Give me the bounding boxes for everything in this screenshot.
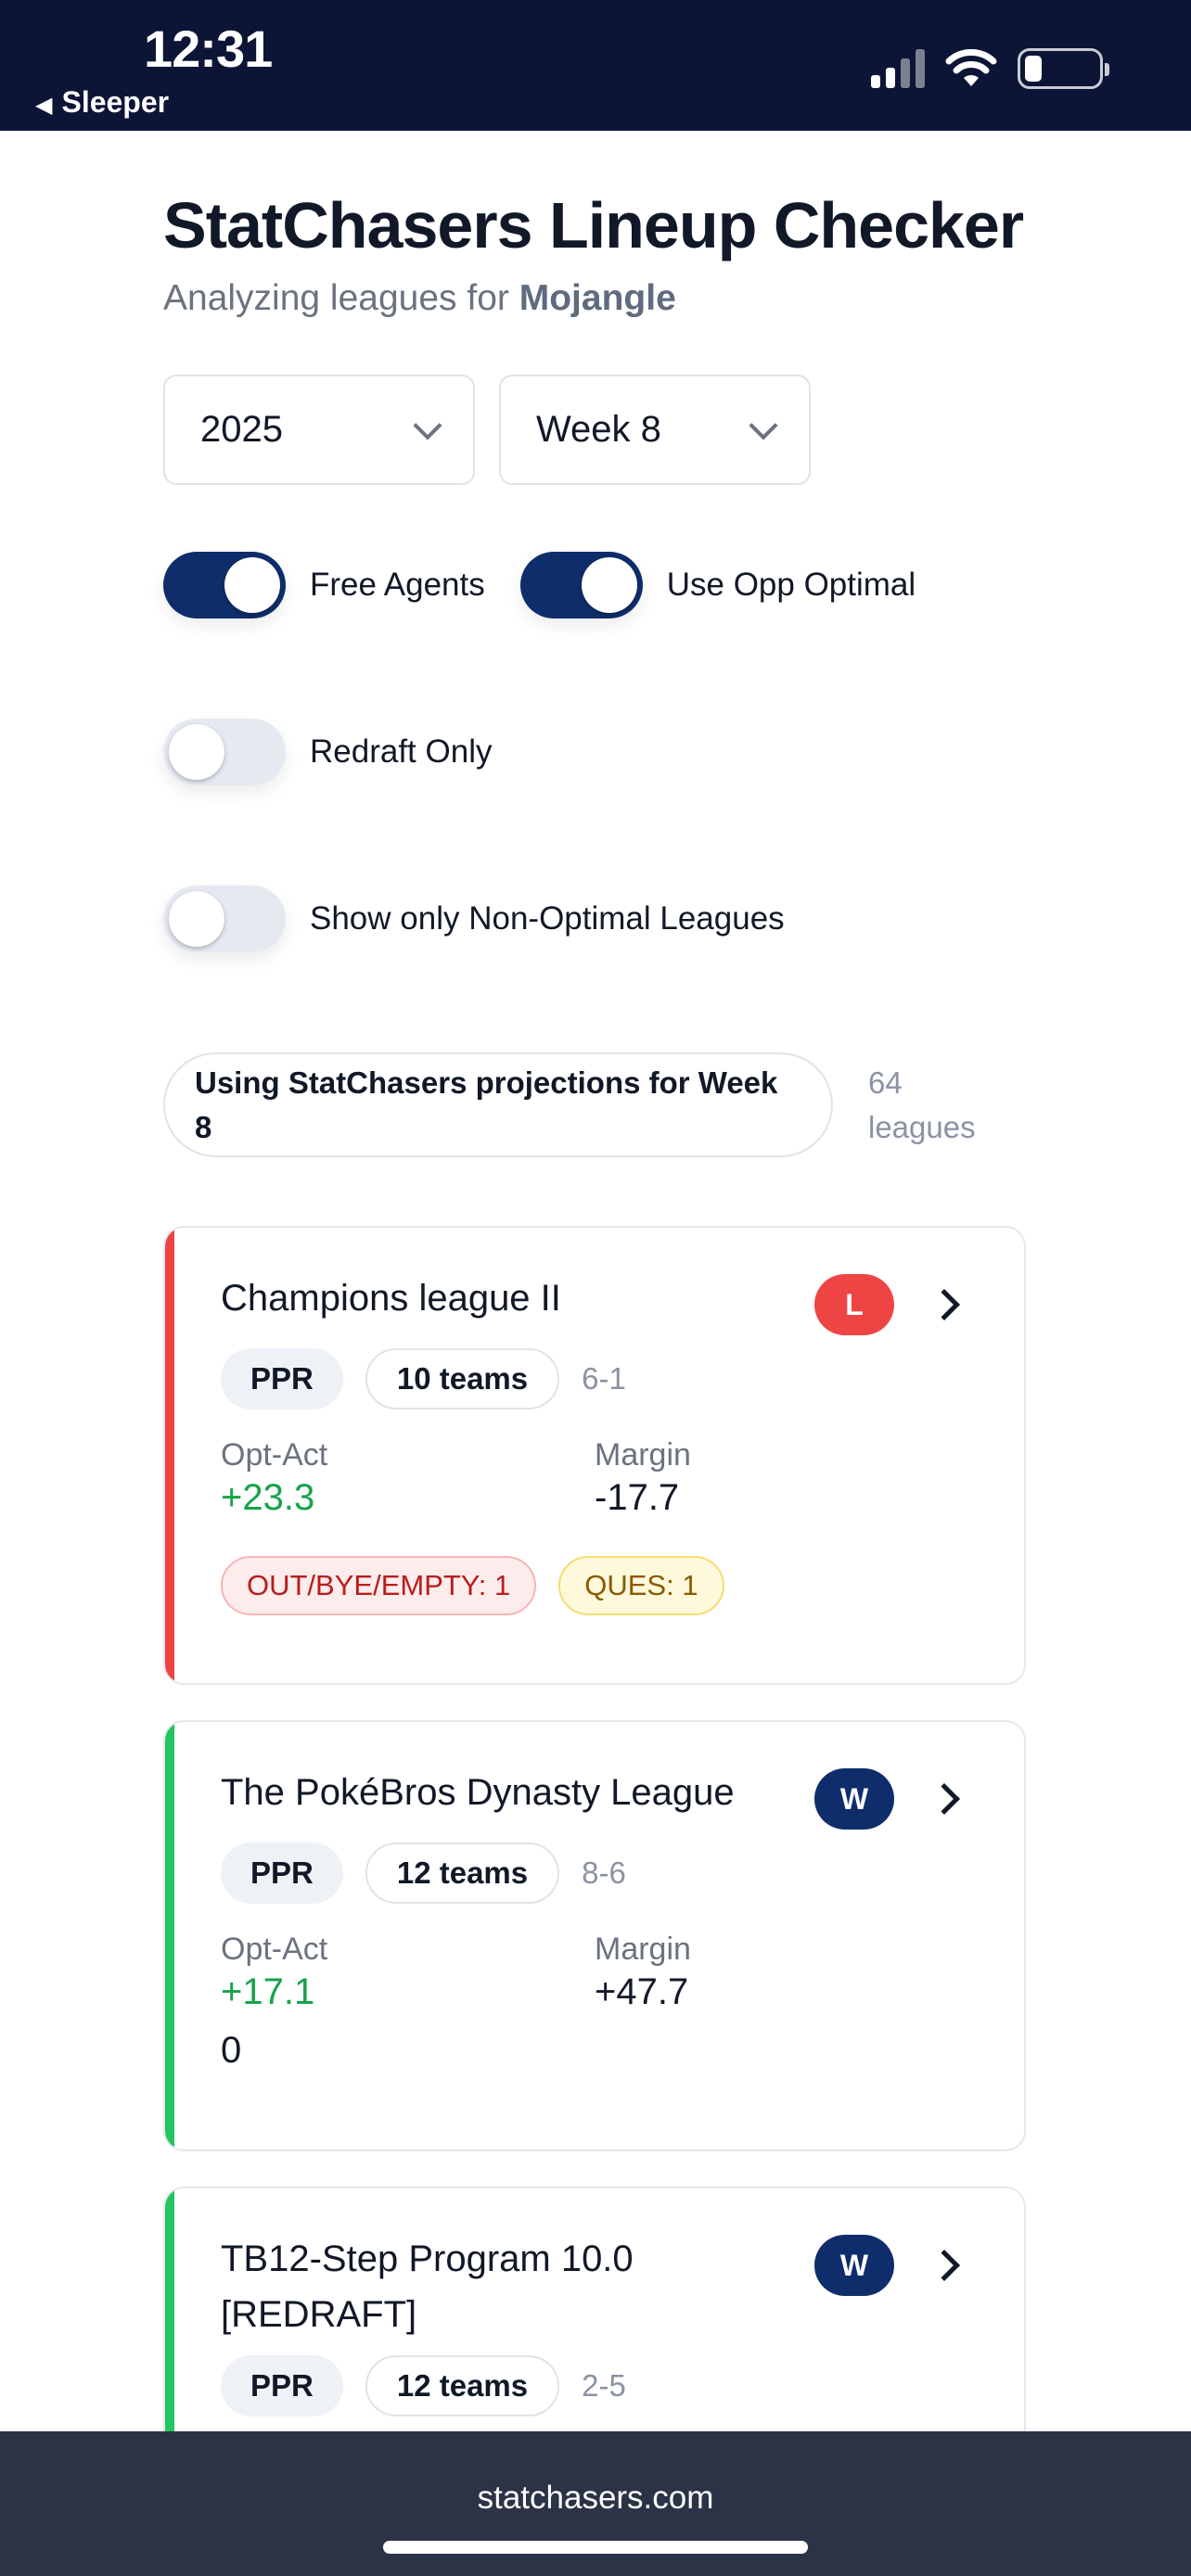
info-row: Using StatChasers projections for Week 8… (163, 1052, 1026, 1157)
league-stats: Opt-Act +17.1 Margin +47.7 (221, 1932, 968, 2013)
toggle-row: Show only Non-Optimal Leagues (163, 886, 1026, 952)
home-indicator[interactable] (383, 2541, 808, 2554)
page-title: StatChasers Lineup Checker (163, 189, 1024, 261)
season-value: 2025 (200, 409, 283, 450)
teams-tag: 12 teams (365, 2355, 560, 2417)
url-text: statchasers.com (477, 2480, 714, 2516)
back-triangle-icon: ◀ (35, 93, 53, 118)
result-badge: L (814, 1274, 894, 1335)
page-subtitle: Analyzing leagues for Mojangle (163, 278, 1026, 319)
week-value: Week 8 (536, 409, 661, 450)
free-agents-toggle-item: Free Agents (163, 552, 485, 618)
opt-act-label: Opt-Act (221, 1437, 328, 1473)
toggle-row: Redraft Only (163, 719, 1026, 785)
projections-info-pill: Using StatChasers projections for Week 8 (163, 1052, 833, 1157)
league-card[interactable]: Champions league II L PPR 10 teams 6-1 O… (163, 1226, 1026, 1685)
week-select[interactable]: Week 8 (499, 375, 811, 485)
cellular-signal-icon (871, 49, 925, 88)
chevron-right-icon[interactable] (928, 2250, 960, 2281)
toggle-row: Free Agents Use Opp Optimal (163, 552, 1026, 618)
wifi-icon (945, 49, 997, 86)
flag-count: 0 (221, 2030, 242, 2071)
back-app-label: Sleeper (61, 85, 170, 119)
non-optimal-toggle-item: Show only Non-Optimal Leagues (163, 886, 785, 952)
opt-act-label: Opt-Act (221, 1932, 328, 1967)
toggle-label: Redraft Only (310, 733, 493, 770)
battery-icon (1018, 48, 1109, 89)
record: 6-1 (582, 1361, 626, 1396)
chevron-down-icon (749, 410, 778, 440)
main-content: StatChasers Lineup Checker Analyzing lea… (163, 131, 1026, 2539)
status-bar: 12:31 ◀ Sleeper (0, 0, 1191, 131)
chevron-right-icon[interactable] (928, 1289, 960, 1320)
free-agents-toggle[interactable] (163, 552, 286, 618)
league-count: 64 leagues (868, 1065, 976, 1144)
browser-url-bar[interactable]: statchasers.com (0, 2431, 1191, 2576)
season-select[interactable]: 2025 (163, 375, 475, 485)
margin-label: Margin (595, 1437, 691, 1473)
toggle-label: Use Opp Optimal (666, 567, 916, 603)
redraft-only-toggle[interactable] (163, 719, 286, 785)
out-bye-empty-badge: OUT/BYE/EMPTY: 1 (221, 1556, 537, 1615)
status-icons (871, 46, 1109, 91)
format-tag: PPR (221, 1348, 343, 1409)
subtitle-prefix: Analyzing leagues for (163, 278, 509, 318)
margin-label: Margin (595, 1932, 691, 1967)
use-opp-optimal-toggle[interactable] (519, 552, 643, 618)
format-tag: PPR (221, 2355, 343, 2417)
redraft-only-toggle-item: Redraft Only (163, 719, 492, 785)
username: Mojangle (519, 278, 676, 318)
teams-tag: 12 teams (365, 1843, 560, 1904)
record: 8-6 (582, 1855, 626, 1890)
chevron-down-icon (413, 410, 442, 440)
league-tags: PPR 12 teams 8-6 (221, 1843, 968, 1904)
opt-act-value: +23.3 (221, 1477, 315, 1518)
status-time: 12:31 (144, 19, 273, 78)
questionable-badge: QUES: 1 (558, 1556, 724, 1615)
teams-tag: 10 teams (365, 1348, 560, 1409)
league-tags: PPR 12 teams 2-5 (221, 2355, 968, 2417)
non-optimal-only-toggle[interactable] (163, 886, 286, 952)
filter-selects: 2025 Week 8 (163, 375, 1026, 485)
opt-act-value: +17.1 (221, 1971, 315, 2012)
use-opp-optimal-toggle-item: Use Opp Optimal (519, 552, 916, 618)
league-name: TB12-Step Program 10.0 [REDRAFT] (221, 2238, 634, 2335)
chevron-right-icon[interactable] (928, 1783, 960, 1815)
league-name: The PokéBros Dynasty League (221, 1772, 735, 1813)
format-tag: PPR (221, 1843, 343, 1904)
league-tags: PPR 10 teams 6-1 (221, 1348, 968, 1409)
back-to-app-link[interactable]: ◀ Sleeper (35, 85, 169, 120)
league-stats: Opt-Act +23.3 Margin -17.7 (221, 1437, 968, 1519)
status-flags: OUT/BYE/EMPTY: 1 QUES: 1 (221, 1556, 968, 1615)
result-badge: W (814, 2235, 894, 2296)
toggle-label: Show only Non-Optimal Leagues (310, 900, 785, 937)
margin-value: +47.7 (595, 1971, 689, 2012)
league-card[interactable]: The PokéBros Dynasty League W PPR 12 tea… (163, 1720, 1026, 2151)
margin-value: -17.7 (595, 1477, 680, 1518)
record: 2-5 (582, 2368, 626, 2403)
result-badge: W (814, 1768, 894, 1830)
league-name: Champions league II (221, 1278, 561, 1319)
toggle-label: Free Agents (310, 567, 485, 603)
